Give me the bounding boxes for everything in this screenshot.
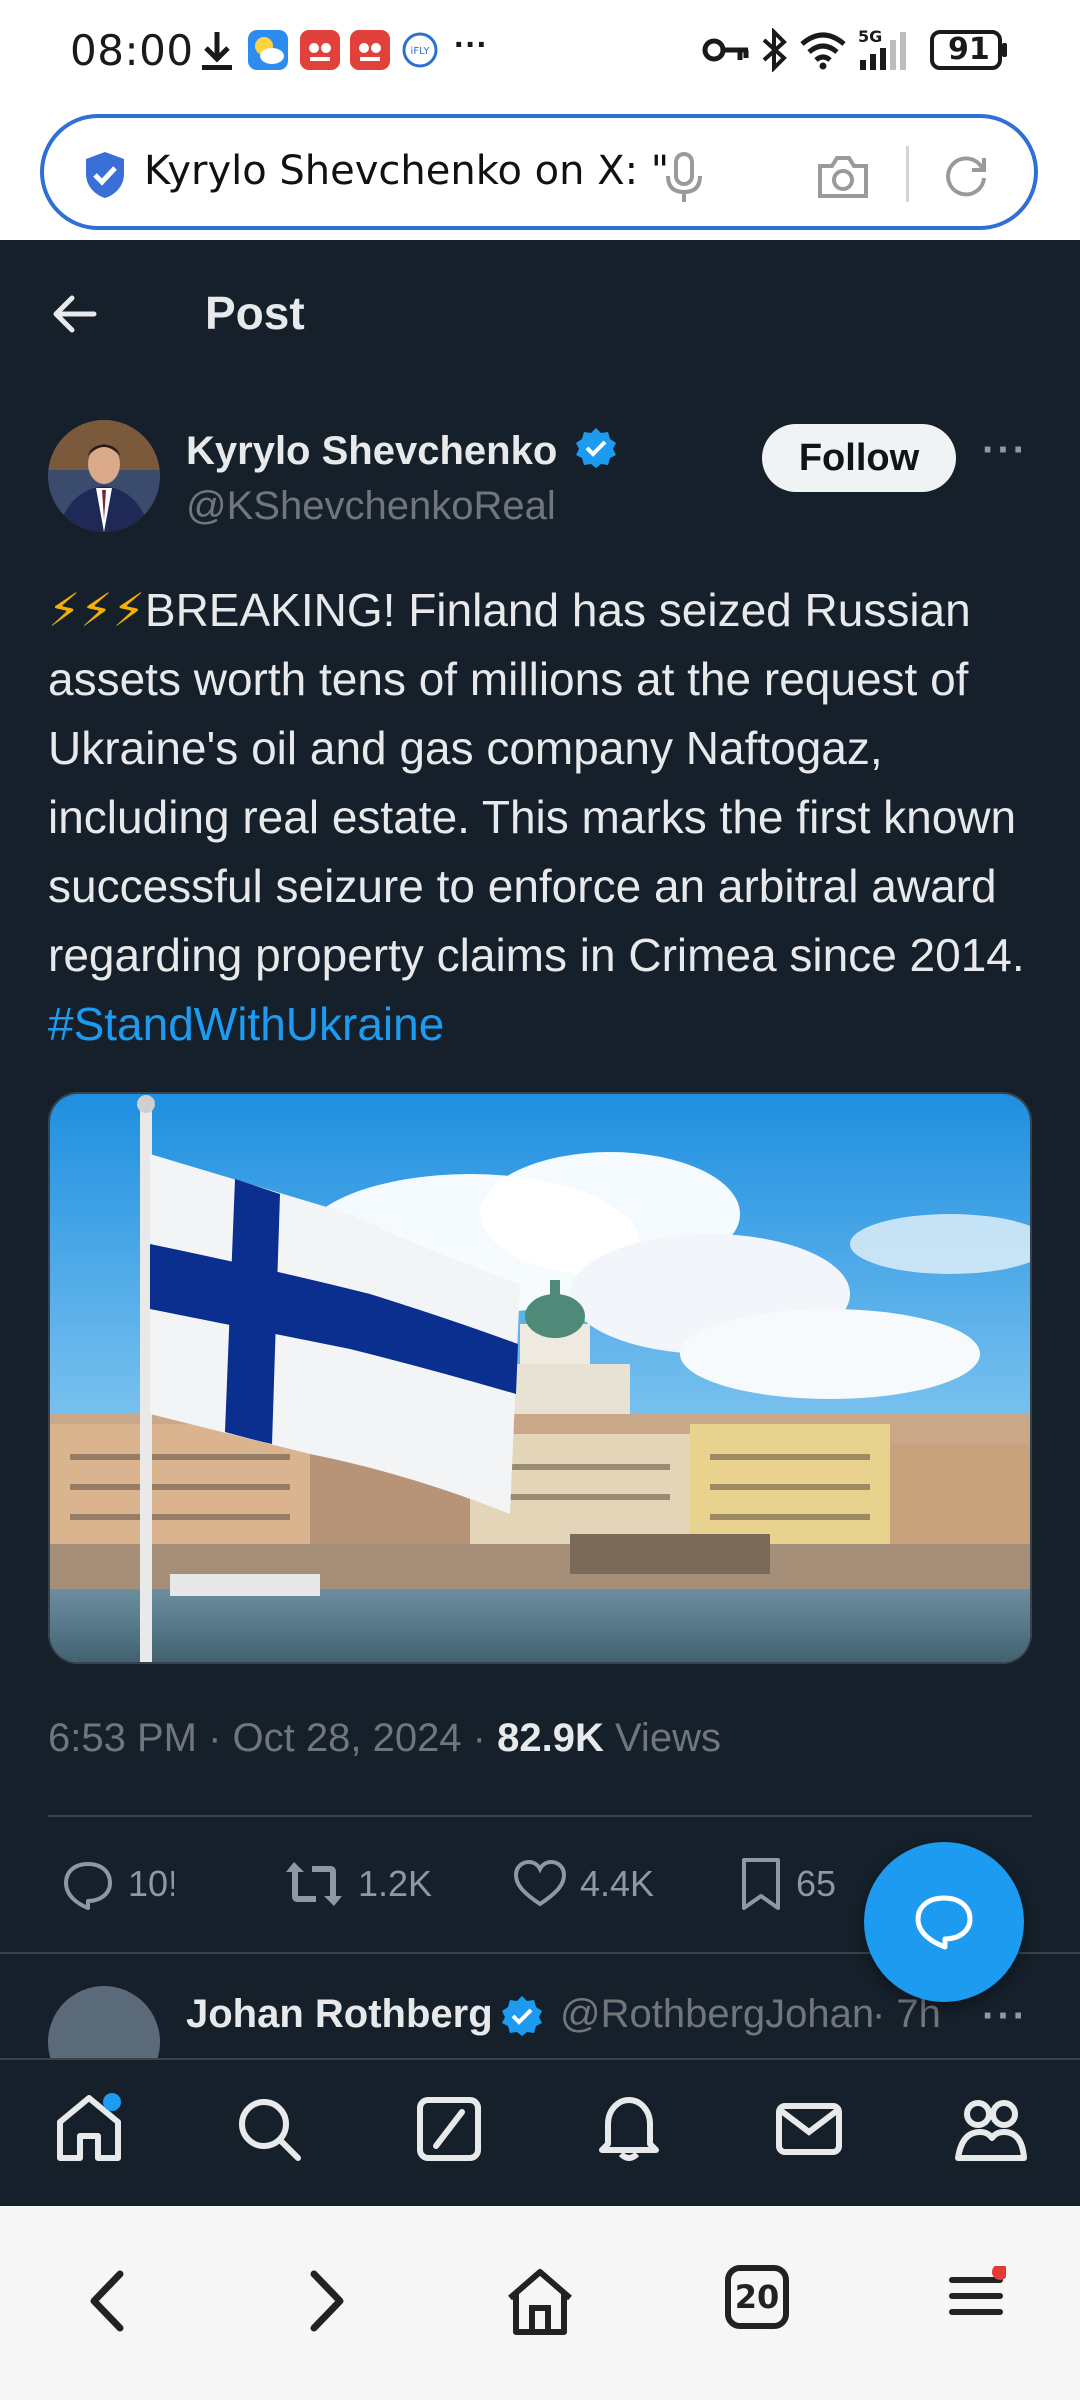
battery-level: 91 (948, 32, 990, 67)
status-bar: 08:00 iFLY ··· 5G 91 (0, 0, 1080, 110)
app-bottom-nav (0, 2058, 1080, 2206)
compose-button[interactable] (864, 1842, 1024, 2002)
address-bar[interactable]: Kyrylo Shevchenko on X: " (40, 114, 1038, 230)
app-icon (350, 30, 390, 70)
status-time: 08:00 (70, 26, 194, 75)
page-title: Post (205, 287, 305, 339)
verified-badge-icon (574, 426, 618, 470)
mic-icon[interactable] (664, 152, 704, 204)
views-count: 82.9K (497, 1716, 604, 1760)
author-name-text[interactable]: Kyrylo Shevchenko (186, 429, 557, 473)
bookmark-icon (742, 1858, 780, 1910)
svg-text:iFLY: iFLY (411, 46, 431, 57)
messages-icon[interactable] (774, 2092, 844, 2164)
browser-home-icon[interactable] (504, 2266, 576, 2338)
wifi-icon (798, 30, 848, 70)
verified-shield-icon (82, 150, 128, 200)
author-handle[interactable]: @KShevchenkoReal (186, 484, 556, 529)
like-count: 4.4K (580, 1863, 655, 1904)
reply-count: 10! (128, 1863, 174, 1904)
browser-address-area: Kyrylo Shevchenko on X: " (0, 110, 1080, 240)
repost-count: 1.2K (358, 1863, 433, 1904)
like-button[interactable]: 4.4K (512, 1852, 654, 1916)
back-arrow-icon[interactable] (50, 290, 98, 338)
url-divider (906, 146, 909, 202)
weather-icon (248, 30, 288, 70)
post-more-icon[interactable]: ··· (982, 428, 1028, 473)
download-icon (198, 28, 236, 74)
like-icon (513, 1859, 567, 1907)
reply-more-icon[interactable]: ··· (982, 1994, 1028, 2039)
compose-icon (912, 1890, 976, 1954)
follow-button[interactable]: Follow (762, 424, 956, 492)
key-icon (702, 34, 750, 66)
browser-forward-icon[interactable] (306, 2268, 350, 2334)
bookmark-count: 65 (796, 1863, 837, 1904)
divider (48, 1815, 1032, 1817)
post-image[interactable] (48, 1092, 1032, 1664)
views-label: Views (603, 1716, 721, 1760)
signal-icon: 5G (856, 28, 914, 72)
svg-text:5G: 5G (858, 28, 882, 46)
notifications-icon[interactable] (594, 2092, 664, 2164)
app-icon (300, 30, 340, 70)
url-text[interactable]: Kyrylo Shevchenko on X: " (144, 148, 704, 194)
post-meta: 6:53 PM · Oct 28, 2024 · 82.9K Views (48, 1716, 721, 1761)
ifly-icon: iFLY (402, 32, 438, 68)
hashtag-link[interactable]: #StandWithUkraine (48, 998, 444, 1050)
lightning-emoji: ⚡⚡⚡ (48, 584, 145, 636)
post-timestamp[interactable]: 6:53 PM · Oct 28, 2024 · (48, 1716, 497, 1760)
refresh-icon[interactable] (942, 152, 990, 200)
tweet-text: ⚡⚡⚡BREAKING! Finland has seized Russian … (48, 576, 1038, 1059)
reply-author-name[interactable]: Johan Rothberg (186, 1992, 491, 2037)
home-icon[interactable] (54, 2092, 124, 2164)
reply-icon (64, 1862, 112, 1910)
repost-button[interactable]: 1.2K (282, 1852, 432, 1916)
menu-icon[interactable] (946, 2266, 1006, 2326)
tabs-count[interactable]: 20 (724, 2278, 790, 2316)
author-name[interactable]: Kyrylo Shevchenko (186, 426, 618, 474)
author-avatar[interactable] (48, 420, 160, 532)
reply-button[interactable]: 10! (60, 1852, 174, 1916)
communities-icon[interactable] (954, 2092, 1028, 2164)
more-notifications-icon: ··· (454, 26, 488, 64)
bluetooth-icon (760, 28, 788, 72)
verified-badge-icon (500, 1994, 544, 2038)
tweet-body: BREAKING! Finland has seized Russian ass… (48, 584, 1025, 981)
browser-bottom-bar: 20 (0, 2206, 1080, 2400)
grok-icon[interactable] (414, 2092, 484, 2164)
search-icon[interactable] (234, 2092, 304, 2164)
bookmark-button[interactable]: 65 (738, 1852, 836, 1916)
post-header: Post (0, 240, 1080, 390)
browser-back-icon[interactable] (84, 2268, 128, 2334)
repost-icon (286, 1862, 342, 1906)
camera-icon[interactable] (816, 154, 870, 200)
reply-author-handle[interactable]: @RothbergJohan (560, 1992, 880, 2037)
